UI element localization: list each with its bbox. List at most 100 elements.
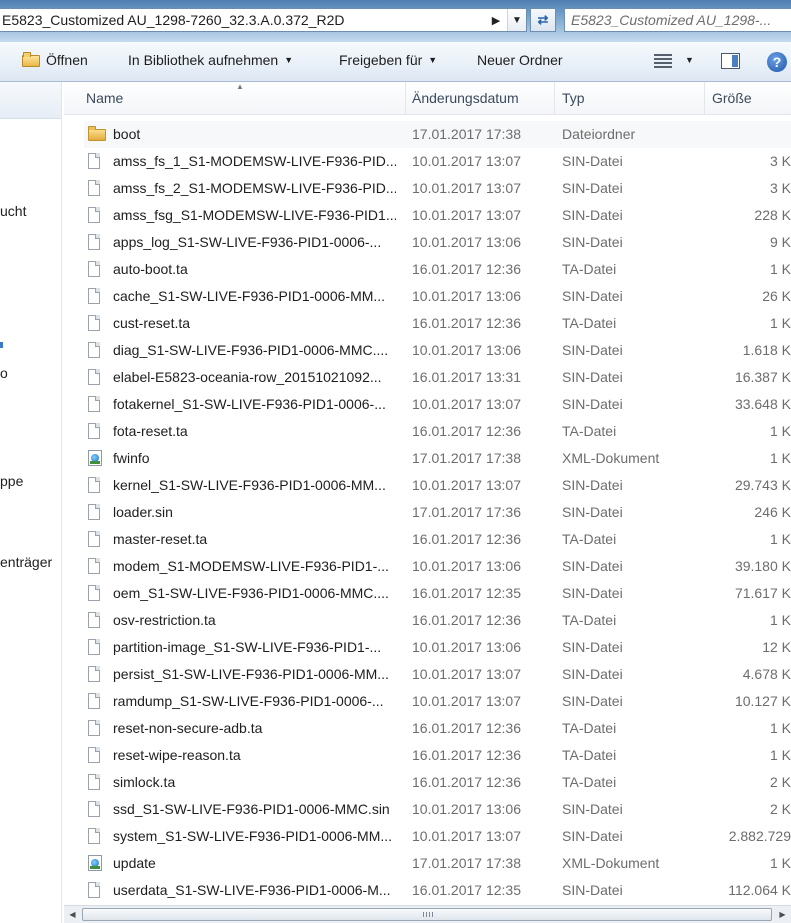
help-icon[interactable]: ? [767, 52, 787, 72]
view-options-chevron-down-icon[interactable]: ▼ [685, 55, 694, 65]
new-folder-button[interactable]: Neuer Ordner [477, 52, 563, 68]
file-name[interactable]: fota-reset.ta [113, 423, 396, 439]
nav-item-fragment[interactable]: ppe [0, 473, 23, 489]
file-icon [88, 153, 100, 169]
breadcrumb-arrow-icon[interactable]: ▶ [485, 14, 507, 27]
file-row[interactable]: update 17.01.2017 17:38 XML-Dokument 1 K [84, 850, 791, 877]
file-icon [88, 828, 100, 844]
file-name[interactable]: amss_fs_2_S1-MODEMSW-LIVE-F936-PID... [113, 180, 396, 196]
scrollbar-thumb[interactable] [82, 908, 772, 921]
scroll-right-icon[interactable]: ▶ [774, 906, 791, 923]
file-row[interactable]: system_S1-SW-LIVE-F936-PID1-0006-MM... 10… [84, 823, 791, 850]
nav-item-fragment[interactable]: enträger [0, 554, 52, 570]
file-row[interactable]: amss_fs_1_S1-MODEMSW-LIVE-F936-PID... 10.… [84, 148, 791, 175]
file-name[interactable]: ssd_S1-SW-LIVE-F936-PID1-0006-MMC.sin [113, 801, 396, 817]
file-name[interactable]: cust-reset.ta [113, 315, 396, 331]
file-row[interactable]: cache_S1-SW-LIVE-F936-PID1-0006-MM... 10.… [84, 283, 791, 310]
file-row[interactable]: fwinfo 17.01.2017 17:38 XML-Dokument 1 K [84, 445, 791, 472]
file-row[interactable]: modem_S1-MODEMSW-LIVE-F936-PID1-... 10.01… [84, 553, 791, 580]
file-size: 112.064 K [728, 882, 791, 898]
file-row[interactable]: boot 17.01.2017 17:38 Dateiordner [84, 121, 791, 148]
address-bar[interactable]: E5823_Customized AU_1298-7260_32.3.A.0.3… [0, 8, 527, 32]
preview-pane-icon[interactable] [721, 53, 740, 69]
file-date: 10.01.2017 13:07 [412, 666, 521, 682]
file-name[interactable]: partition-image_S1-SW-LIVE-F936-PID1-... [113, 639, 396, 655]
refresh-button[interactable]: ⇄ [530, 8, 556, 32]
file-row[interactable]: oem_S1-SW-LIVE-F936-PID1-0006-MMC.... 16.… [84, 580, 791, 607]
file-name[interactable]: simlock.ta [113, 774, 396, 790]
file-name[interactable]: persist_S1-SW-LIVE-F936-PID1-0006-MM... [113, 666, 396, 682]
add-to-library-button[interactable]: In Bibliothek aufnehmen ▼ [128, 52, 293, 68]
file-name[interactable]: boot [113, 126, 396, 142]
search-input[interactable]: E5823_Customized AU_1298-... [564, 8, 791, 32]
file-name[interactable]: update [113, 855, 396, 871]
nav-item-fragment[interactable]: o [0, 365, 8, 381]
file-name[interactable]: reset-non-secure-adb.ta [113, 720, 396, 736]
file-row[interactable]: cust-reset.ta 16.01.2017 12:36 TA-Datei 1 K [84, 310, 791, 337]
file-row[interactable]: auto-boot.ta 16.01.2017 12:36 TA-Datei 1 K [84, 256, 791, 283]
nav-expander-icon[interactable] [0, 342, 3, 348]
file-row[interactable]: userdata_S1-SW-LIVE-F936-PID1-0006-M... 1… [84, 877, 791, 904]
change-view-icon[interactable] [654, 54, 672, 68]
file-row[interactable]: fota-reset.ta 16.01.2017 12:36 TA-Datei 1 K [84, 418, 791, 445]
file-name[interactable]: loader.sin [113, 504, 396, 520]
file-date: 10.01.2017 13:07 [412, 693, 521, 709]
file-name[interactable]: modem_S1-MODEMSW-LIVE-F936-PID1-... [113, 558, 396, 574]
file-row[interactable]: reset-wipe-reason.ta 16.01.2017 12:36 TA-D… [84, 742, 791, 769]
file-type: SIN-Datei [562, 153, 623, 169]
file-name[interactable]: diag_S1-SW-LIVE-F936-PID1-0006-MMC.... [113, 342, 396, 358]
file-name[interactable]: cache_S1-SW-LIVE-F936-PID1-0006-MM... [113, 288, 396, 304]
file-row[interactable]: ramdump_S1-SW-LIVE-F936-PID1-0006-... 10.… [84, 688, 791, 715]
column-divider[interactable] [704, 82, 705, 115]
file-date: 10.01.2017 13:07 [412, 828, 521, 844]
file-row[interactable]: simlock.ta 16.01.2017 12:36 TA-Datei 2 K [84, 769, 791, 796]
column-header-size[interactable]: Größe [712, 90, 752, 106]
file-row[interactable]: apps_log_S1-SW-LIVE-F936-PID1-0006-... 10… [84, 229, 791, 256]
file-size: 16.387 K [734, 369, 791, 385]
file-type: TA-Datei [562, 531, 617, 547]
column-header-type[interactable]: Typ [562, 90, 585, 106]
file-row[interactable]: ssd_S1-SW-LIVE-F936-PID1-0006-MMC.sin 10.… [84, 796, 791, 823]
column-header-date[interactable]: Änderungsdatum [412, 90, 519, 106]
file-name[interactable]: master-reset.ta [113, 531, 396, 547]
column-divider[interactable] [405, 82, 406, 115]
file-name[interactable]: reset-wipe-reason.ta [113, 747, 396, 763]
file-name[interactable]: system_S1-SW-LIVE-F936-PID1-0006-MM... [113, 828, 396, 844]
file-row[interactable]: fotakernel_S1-SW-LIVE-F936-PID1-0006-...… [84, 391, 791, 418]
file-name[interactable]: amss_fs_1_S1-MODEMSW-LIVE-F936-PID... [113, 153, 396, 169]
horizontal-scrollbar[interactable]: ◀ ▶ [64, 905, 791, 923]
file-row[interactable]: diag_S1-SW-LIVE-F936-PID1-0006-MMC.... 10… [84, 337, 791, 364]
scroll-left-icon[interactable]: ◀ [64, 906, 81, 923]
file-name[interactable]: ramdump_S1-SW-LIVE-F936-PID1-0006-... [113, 693, 396, 709]
file-row[interactable]: partition-image_S1-SW-LIVE-F936-PID1-...… [84, 634, 791, 661]
file-name[interactable]: osv-restriction.ta [113, 612, 396, 628]
nav-item-fragment[interactable]: ucht [0, 203, 26, 219]
file-row[interactable]: elabel-E5823-oceania-row_20151021092... 1… [84, 364, 791, 391]
column-header-name[interactable]: Name [86, 90, 123, 106]
file-row[interactable]: loader.sin 17.01.2017 17:36 SIN-Datei 246 K [84, 499, 791, 526]
open-button[interactable]: Öffnen [22, 52, 88, 68]
file-row[interactable]: master-reset.ta 16.01.2017 12:36 TA-Datei 1… [84, 526, 791, 553]
file-row[interactable]: kernel_S1-SW-LIVE-F936-PID1-0006-MM... 10… [84, 472, 791, 499]
file-name[interactable]: amss_fsg_S1-MODEMSW-LIVE-F936-PID1... [113, 207, 396, 223]
file-name[interactable]: userdata_S1-SW-LIVE-F936-PID1-0006-M... [113, 882, 396, 898]
file-name[interactable]: kernel_S1-SW-LIVE-F936-PID1-0006-MM... [113, 477, 396, 493]
file-row[interactable]: persist_S1-SW-LIVE-F936-PID1-0006-MM... 1… [84, 661, 791, 688]
column-divider[interactable] [554, 82, 555, 115]
address-path[interactable]: E5823_Customized AU_1298-7260_32.3.A.0.3… [0, 12, 485, 28]
file-name[interactable]: apps_log_S1-SW-LIVE-F936-PID1-0006-... [113, 234, 396, 250]
file-type: SIN-Datei [562, 180, 623, 196]
share-with-button[interactable]: Freigeben für ▼ [339, 52, 437, 68]
file-name[interactable]: auto-boot.ta [113, 261, 396, 277]
address-history-dropdown-icon[interactable]: ▼ [507, 9, 526, 31]
file-row[interactable]: reset-non-secure-adb.ta 16.01.2017 12:36 T… [84, 715, 791, 742]
file-row[interactable]: amss_fsg_S1-MODEMSW-LIVE-F936-PID1... 10.… [84, 202, 791, 229]
file-name[interactable]: oem_S1-SW-LIVE-F936-PID1-0006-MMC.... [113, 585, 396, 601]
file-row[interactable]: osv-restriction.ta 16.01.2017 12:36 TA-Dat… [84, 607, 791, 634]
file-name[interactable]: fwinfo [113, 450, 396, 466]
file-row[interactable]: amss_fs_2_S1-MODEMSW-LIVE-F936-PID... 10.… [84, 175, 791, 202]
file-name[interactable]: fotakernel_S1-SW-LIVE-F936-PID1-0006-... [113, 396, 396, 412]
file-name[interactable]: elabel-E5823-oceania-row_20151021092... [113, 369, 396, 385]
file-date: 17.01.2017 17:38 [412, 855, 521, 871]
file-type: SIN-Datei [562, 666, 623, 682]
